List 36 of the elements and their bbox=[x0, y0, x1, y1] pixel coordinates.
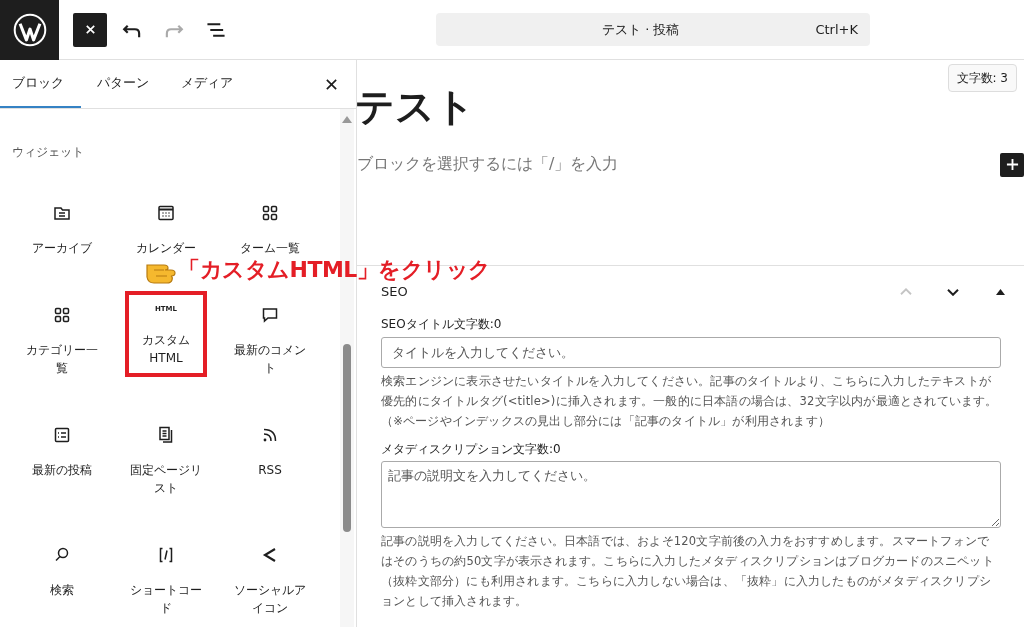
block-item[interactable]: ショートコード bbox=[125, 531, 207, 617]
block-item[interactable]: アーカイブ bbox=[21, 189, 103, 257]
block-item[interactable]: カレンダー bbox=[125, 189, 207, 257]
block-item[interactable]: ソーシャルアイコン bbox=[229, 531, 311, 617]
help-text: 記事の説明を入力してください。日本語では、およそ120文字前後の入力をおすすめします。スマートフォンではそのうちの約50文字が表示されます。こちらに入力したメタディスクリプションはブログカードのスニペット（抜粋文部分）にも利用されます。こちらに入力しない場合は、「抜粋」に入力したものがメタディスクリプションとして挿入されます。 bbox=[381, 532, 995, 610]
block-item[interactable]: ターム一覧 bbox=[229, 189, 311, 257]
field-label: メタディスクリプション文字数:0 bbox=[381, 440, 562, 458]
word-count-badge: 文字数: 3 bbox=[947, 64, 1017, 92]
annotation-text: 「カスタムHTML」をクリック bbox=[178, 257, 491, 283]
scrollbar-thumb[interactable] bbox=[343, 344, 351, 532]
block-item[interactable]: 最新のコメント bbox=[229, 291, 311, 377]
chevron-up-icon bbox=[900, 287, 912, 296]
block-placeholder[interactable]: ブロックを選択するには「/」を入力 bbox=[357, 154, 619, 176]
title-field[interactable]: タイトルを入力してください。 bbox=[381, 336, 1001, 368]
help-text: 検索エンジンに表示させたいタイトルを入力してください。記事のタイトルより、こちらに入力したテキストが優先的にタイトルタグ(<title>)に挿入されます。一般的に日本語の場合は、32文字以内が最適とされています。（※ページやインデックスの見出し部分には「記事のタイトル」が利用されます） bbox=[381, 372, 999, 430]
field-label: SEOタイトル文字数:0 bbox=[381, 315, 503, 333]
description-field[interactable]: 記事の説明文を入力してください。 bbox=[381, 460, 1001, 528]
scroll-up-icon[interactable] bbox=[342, 115, 352, 123]
command-palette-bar[interactable]: テスト · 投稿 Ctrl+K bbox=[436, 13, 870, 46]
block-item[interactable]: 最新の投稿 bbox=[21, 411, 103, 497]
tab[interactable]: ブロック bbox=[0, 60, 81, 108]
tab[interactable]: パターン bbox=[85, 60, 161, 108]
panel-title: SEO bbox=[381, 284, 408, 300]
close-icon bbox=[83, 23, 97, 36]
category-heading: ウィジェット bbox=[12, 144, 85, 161]
block-item[interactable]: カテゴリー一覧 bbox=[21, 291, 103, 377]
plus-icon bbox=[1005, 158, 1019, 172]
chevron-down-icon bbox=[947, 287, 959, 296]
wordpress-logo[interactable] bbox=[0, 0, 59, 60]
tab[interactable]: メディア bbox=[169, 60, 245, 108]
triangle-up-icon bbox=[995, 288, 1005, 295]
block-item[interactable]: RSS bbox=[229, 411, 311, 497]
close-button[interactable] bbox=[73, 12, 107, 47]
add-block-button[interactable] bbox=[1000, 152, 1024, 177]
block-item[interactable]: 固定ページリスト bbox=[125, 411, 207, 497]
block-item[interactable]: 検索 bbox=[21, 531, 103, 617]
